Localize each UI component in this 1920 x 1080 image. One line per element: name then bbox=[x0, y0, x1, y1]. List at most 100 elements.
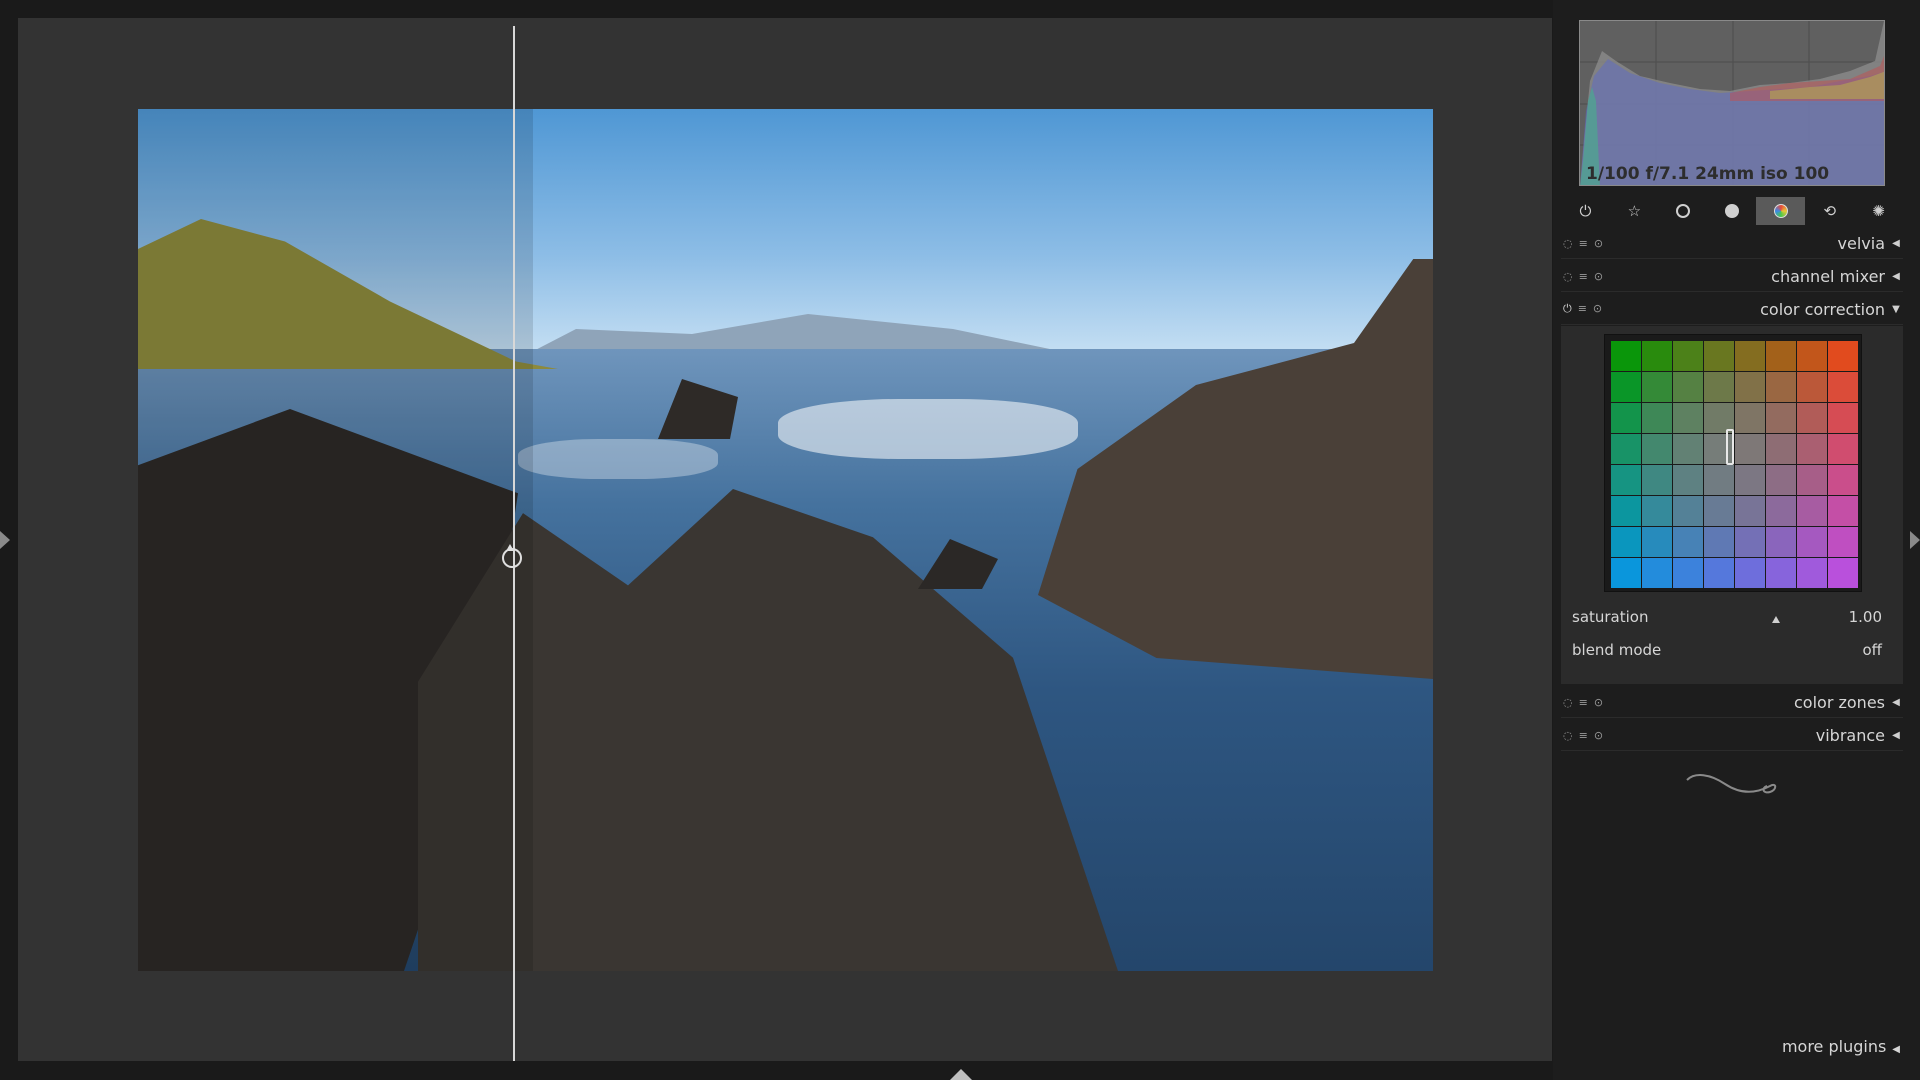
color-cell[interactable] bbox=[1797, 372, 1827, 402]
color-cell[interactable] bbox=[1797, 496, 1827, 526]
color-cell[interactable] bbox=[1704, 558, 1734, 588]
color-cell[interactable] bbox=[1828, 372, 1858, 402]
color-cell[interactable] bbox=[1611, 558, 1641, 588]
color-cell[interactable] bbox=[1828, 465, 1858, 495]
color-cell[interactable] bbox=[1673, 341, 1703, 371]
circle-outline-icon[interactable] bbox=[1659, 197, 1708, 225]
center-view[interactable] bbox=[18, 18, 1552, 1061]
power-icon[interactable]: ⏻ bbox=[1561, 197, 1610, 225]
color-cell[interactable] bbox=[1673, 496, 1703, 526]
reset-icon[interactable]: ⊙ bbox=[1593, 302, 1602, 316]
color-cell[interactable] bbox=[1704, 496, 1734, 526]
circle-filled-icon[interactable] bbox=[1708, 197, 1757, 225]
color-cell[interactable] bbox=[1828, 527, 1858, 557]
color-correction-grid[interactable] bbox=[1604, 334, 1862, 592]
presets-icon[interactable]: ≡ bbox=[1579, 270, 1588, 283]
color-cell[interactable] bbox=[1704, 372, 1734, 402]
color-cell[interactable] bbox=[1642, 403, 1672, 433]
color-cell[interactable] bbox=[1797, 465, 1827, 495]
presets-icon[interactable]: ≡ bbox=[1579, 237, 1588, 250]
color-cell[interactable] bbox=[1642, 341, 1672, 371]
blend-mode-combo[interactable]: blend mode off bbox=[1572, 639, 1882, 661]
color-cell[interactable] bbox=[1673, 527, 1703, 557]
color-cell[interactable] bbox=[1735, 496, 1765, 526]
presets-icon[interactable]: ≡ bbox=[1579, 729, 1588, 742]
color-cell[interactable] bbox=[1797, 403, 1827, 433]
color-cell[interactable] bbox=[1766, 341, 1796, 371]
color-cell[interactable] bbox=[1766, 465, 1796, 495]
saturation-slider[interactable]: saturation 1.00 bbox=[1572, 606, 1882, 628]
color-cell[interactable] bbox=[1797, 434, 1827, 464]
module-enable-icon[interactable]: ◌ bbox=[1563, 270, 1573, 283]
color-cell[interactable] bbox=[1642, 496, 1672, 526]
color-cell[interactable] bbox=[1766, 434, 1796, 464]
color-cell[interactable] bbox=[1797, 527, 1827, 557]
module-color-correction[interactable]: ⏻ ≡ ⊙ color correction ▼ bbox=[1561, 294, 1903, 325]
more-plugins-button[interactable]: more plugins ◀ bbox=[1782, 1037, 1900, 1056]
color-cell[interactable] bbox=[1642, 527, 1672, 557]
color-cell[interactable] bbox=[1766, 403, 1796, 433]
collapse-icon[interactable]: ◀ bbox=[1889, 697, 1903, 708]
color-cell[interactable] bbox=[1642, 434, 1672, 464]
color-cell[interactable] bbox=[1611, 341, 1641, 371]
color-cell[interactable] bbox=[1735, 341, 1765, 371]
color-cell[interactable] bbox=[1828, 434, 1858, 464]
reset-icon[interactable]: ⊙ bbox=[1594, 729, 1603, 742]
color-cell[interactable] bbox=[1673, 372, 1703, 402]
photo[interactable] bbox=[138, 109, 1433, 971]
module-channel-mixer[interactable]: ◌ ≡ ⊙ channel mixer ◀ bbox=[1561, 261, 1903, 292]
color-cell[interactable] bbox=[1673, 434, 1703, 464]
color-cell[interactable] bbox=[1735, 465, 1765, 495]
reset-icon[interactable]: ⊙ bbox=[1594, 270, 1603, 283]
color-cell[interactable] bbox=[1642, 558, 1672, 588]
color-cell[interactable] bbox=[1673, 465, 1703, 495]
histogram[interactable]: 1/100 f/7.1 24mm iso 100 bbox=[1579, 20, 1885, 186]
color-cell[interactable] bbox=[1828, 558, 1858, 588]
color-circle-icon[interactable] bbox=[1756, 197, 1806, 225]
color-cell[interactable] bbox=[1766, 372, 1796, 402]
color-cell[interactable] bbox=[1611, 465, 1641, 495]
color-cell[interactable] bbox=[1673, 558, 1703, 588]
color-cell[interactable] bbox=[1673, 403, 1703, 433]
bottom-panel-toggle-icon[interactable] bbox=[950, 1069, 972, 1080]
module-enable-icon[interactable]: ◌ bbox=[1563, 696, 1573, 709]
right-panel-toggle-icon[interactable] bbox=[1910, 531, 1920, 549]
module-vibrance[interactable]: ◌ ≡ ⊙ vibrance ◀ bbox=[1561, 720, 1903, 751]
color-cell[interactable] bbox=[1611, 527, 1641, 557]
left-panel-toggle-icon[interactable] bbox=[0, 531, 10, 549]
effect-icon[interactable]: ✺ bbox=[1854, 197, 1903, 225]
rotate-split-icon[interactable] bbox=[502, 544, 522, 568]
color-cell[interactable] bbox=[1611, 496, 1641, 526]
color-cell[interactable] bbox=[1735, 527, 1765, 557]
presets-icon[interactable]: ≡ bbox=[1578, 302, 1587, 316]
expand-icon[interactable]: ▼ bbox=[1889, 304, 1903, 315]
color-cell[interactable] bbox=[1766, 496, 1796, 526]
color-cell[interactable] bbox=[1735, 403, 1765, 433]
correct-icon[interactable]: ⟲ bbox=[1805, 197, 1854, 225]
color-cell[interactable] bbox=[1704, 527, 1734, 557]
color-cell[interactable] bbox=[1828, 403, 1858, 433]
module-velvia[interactable]: ◌ ≡ ⊙ velvia ◀ bbox=[1561, 228, 1903, 259]
presets-icon[interactable]: ≡ bbox=[1579, 696, 1588, 709]
color-cell[interactable] bbox=[1642, 372, 1672, 402]
module-enable-icon[interactable]: ◌ bbox=[1563, 729, 1573, 742]
color-cell[interactable] bbox=[1611, 403, 1641, 433]
collapse-icon[interactable]: ◀ bbox=[1889, 271, 1903, 282]
star-icon[interactable]: ☆ bbox=[1610, 197, 1659, 225]
color-cell[interactable] bbox=[1766, 527, 1796, 557]
reset-icon[interactable]: ⊙ bbox=[1594, 237, 1603, 250]
color-cell[interactable] bbox=[1735, 372, 1765, 402]
color-cell[interactable] bbox=[1611, 434, 1641, 464]
color-cell[interactable] bbox=[1704, 341, 1734, 371]
collapse-icon[interactable]: ◀ bbox=[1889, 730, 1903, 741]
color-cell[interactable] bbox=[1797, 341, 1827, 371]
color-cell[interactable] bbox=[1766, 558, 1796, 588]
module-enable-icon[interactable]: ⏻ bbox=[1563, 302, 1572, 316]
color-cell[interactable] bbox=[1611, 372, 1641, 402]
color-correction-marker[interactable] bbox=[1726, 429, 1734, 465]
color-cell[interactable] bbox=[1735, 558, 1765, 588]
color-cell[interactable] bbox=[1642, 465, 1672, 495]
module-color-zones[interactable]: ◌ ≡ ⊙ color zones ◀ bbox=[1561, 687, 1903, 718]
color-cell[interactable] bbox=[1828, 341, 1858, 371]
color-cell[interactable] bbox=[1704, 465, 1734, 495]
